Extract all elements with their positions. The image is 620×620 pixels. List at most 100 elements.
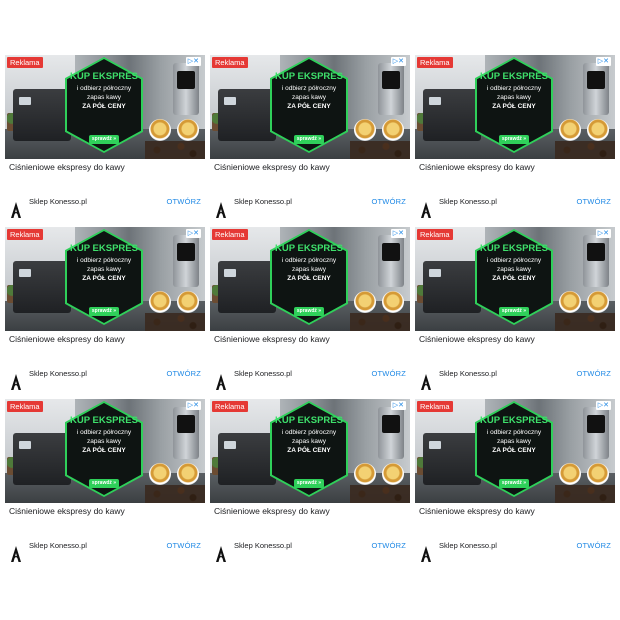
ad-subtext-line: i odbierz półroczny xyxy=(281,85,337,92)
coffee-cup-image xyxy=(149,119,171,141)
advertiser-name[interactable]: Sklep Konesso.pl xyxy=(439,369,497,378)
ad-subtext-strong: ZA PÓŁ CENY xyxy=(82,447,126,454)
coffee-cup-image xyxy=(354,291,376,313)
grinder-image xyxy=(378,235,404,287)
adchoices-icon[interactable]: ▷✕ xyxy=(390,229,406,238)
ad-card[interactable]: KUP EKSPRES i odbierz półroczny zapas ka… xyxy=(5,227,205,399)
ad-subtext-line: zapas kawy xyxy=(87,438,121,445)
ad-banner-image[interactable]: KUP EKSPRES i odbierz półroczny zapas ka… xyxy=(5,399,205,503)
ad-card[interactable]: KUP EKSPRES i odbierz półroczny zapas ka… xyxy=(415,55,615,227)
check-button[interactable]: sprawdź » xyxy=(499,479,529,488)
ad-subtext-line: i odbierz półroczny xyxy=(76,429,132,436)
ad-subtext: i odbierz półroczny zapas kawy ZA PÓŁ CE… xyxy=(274,256,344,283)
adchoices-icon[interactable]: ▷✕ xyxy=(185,401,201,410)
open-button[interactable]: OTWÓRZ xyxy=(371,369,406,378)
check-button[interactable]: sprawdź » xyxy=(294,307,324,316)
ad-headline: KUP EKSPRES xyxy=(275,71,343,82)
ad-label-badge: Reklama xyxy=(212,229,248,240)
advertiser-name[interactable]: Sklep Konesso.pl xyxy=(29,541,87,550)
adchoices-icon[interactable]: ▷✕ xyxy=(595,57,611,66)
ad-title[interactable]: Ciśnieniowe ekspresy do kawy xyxy=(9,506,205,516)
ad-card[interactable]: KUP EKSPRES i odbierz półroczny zapas ka… xyxy=(415,227,615,399)
coffee-beans xyxy=(145,313,205,331)
open-button[interactable]: OTWÓRZ xyxy=(576,197,611,206)
advertiser-name[interactable]: Sklep Konesso.pl xyxy=(234,197,292,206)
konesso-logo-icon xyxy=(421,202,431,218)
ad-banner-image[interactable]: KUP EKSPRES i odbierz półroczny zapas ka… xyxy=(415,227,615,331)
check-button[interactable]: sprawdź » xyxy=(89,479,119,488)
konesso-logo-icon xyxy=(216,202,226,218)
ad-banner-image[interactable]: KUP EKSPRES i odbierz półroczny zapas ka… xyxy=(210,55,410,159)
ad-label-badge: Reklama xyxy=(417,57,453,68)
ad-card[interactable]: KUP EKSPRES i odbierz półroczny zapas ka… xyxy=(5,399,205,571)
ad-headline: KUP EKSPRES xyxy=(275,243,343,254)
advertiser-name[interactable]: Sklep Konesso.pl xyxy=(29,197,87,206)
check-button[interactable]: sprawdź » xyxy=(89,307,119,316)
ad-banner-image[interactable]: KUP EKSPRES i odbierz półroczny zapas ka… xyxy=(5,227,205,331)
ad-title[interactable]: Ciśnieniowe ekspresy do kawy xyxy=(419,506,615,516)
adchoices-icon[interactable]: ▷✕ xyxy=(390,401,406,410)
konesso-logo-icon xyxy=(216,374,226,390)
adchoices-icon[interactable]: ▷✕ xyxy=(595,401,611,410)
grinder-image xyxy=(583,407,609,459)
ad-subtext-line: zapas kawy xyxy=(292,438,326,445)
open-button[interactable]: OTWÓRZ xyxy=(576,541,611,550)
coffee-cup-image xyxy=(559,463,581,485)
open-button[interactable]: OTWÓRZ xyxy=(371,541,406,550)
open-button[interactable]: OTWÓRZ xyxy=(371,197,406,206)
ad-subtext-line: i odbierz półroczny xyxy=(76,257,132,264)
ad-subtext-line: i odbierz półroczny xyxy=(486,85,542,92)
ad-title[interactable]: Ciśnieniowe ekspresy do kawy xyxy=(214,334,410,344)
advertiser-name[interactable]: Sklep Konesso.pl xyxy=(439,197,497,206)
ad-card[interactable]: KUP EKSPRES i odbierz półroczny zapas ka… xyxy=(210,227,410,399)
konesso-logo-icon xyxy=(216,546,226,562)
adchoices-icon[interactable]: ▷✕ xyxy=(595,229,611,238)
espresso-machine-image xyxy=(423,89,481,141)
advertiser-name[interactable]: Sklep Konesso.pl xyxy=(234,369,292,378)
konesso-logo-icon xyxy=(11,202,21,218)
adchoices-icon[interactable]: ▷✕ xyxy=(185,57,201,66)
adchoices-icon[interactable]: ▷✕ xyxy=(390,57,406,66)
ad-subtext-line: i odbierz półroczny xyxy=(486,257,542,264)
check-button[interactable]: sprawdź » xyxy=(499,307,529,316)
check-button[interactable]: sprawdź » xyxy=(294,479,324,488)
ad-subtext-strong: ZA PÓŁ CENY xyxy=(82,103,126,110)
ad-banner-image[interactable]: KUP EKSPRES i odbierz półroczny zapas ka… xyxy=(5,55,205,159)
ad-title[interactable]: Ciśnieniowe ekspresy do kawy xyxy=(9,334,205,344)
ad-banner-image[interactable]: KUP EKSPRES i odbierz półroczny zapas ka… xyxy=(415,399,615,503)
open-button[interactable]: OTWÓRZ xyxy=(576,369,611,378)
ad-title[interactable]: Ciśnieniowe ekspresy do kawy xyxy=(214,506,410,516)
espresso-machine-image xyxy=(13,433,71,485)
ad-subtext-strong: ZA PÓŁ CENY xyxy=(492,275,536,282)
ad-card[interactable]: KUP EKSPRES i odbierz półroczny zapas ka… xyxy=(415,399,615,571)
coffee-cup-image xyxy=(354,463,376,485)
ad-title[interactable]: Ciśnieniowe ekspresy do kawy xyxy=(419,162,615,172)
ad-card[interactable]: KUP EKSPRES i odbierz półroczny zapas ka… xyxy=(210,399,410,571)
ad-subtext: i odbierz półroczny zapas kawy ZA PÓŁ CE… xyxy=(69,428,139,455)
ad-title[interactable]: Ciśnieniowe ekspresy do kawy xyxy=(214,162,410,172)
ad-label-badge: Reklama xyxy=(212,401,248,412)
check-button[interactable]: sprawdź » xyxy=(499,135,529,144)
ad-title[interactable]: Ciśnieniowe ekspresy do kawy xyxy=(9,162,205,172)
coffee-beans xyxy=(145,141,205,159)
ad-label-badge: Reklama xyxy=(7,57,43,68)
adchoices-icon[interactable]: ▷✕ xyxy=(185,229,201,238)
ad-title[interactable]: Ciśnieniowe ekspresy do kawy xyxy=(419,334,615,344)
check-button[interactable]: sprawdź » xyxy=(294,135,324,144)
ad-subtext: i odbierz półroczny zapas kawy ZA PÓŁ CE… xyxy=(479,428,549,455)
advertiser-name[interactable]: Sklep Konesso.pl xyxy=(234,541,292,550)
open-button[interactable]: OTWÓRZ xyxy=(166,369,201,378)
ad-banner-image[interactable]: KUP EKSPRES i odbierz półroczny zapas ka… xyxy=(210,227,410,331)
open-button[interactable]: OTWÓRZ xyxy=(166,197,201,206)
advertiser-name[interactable]: Sklep Konesso.pl xyxy=(29,369,87,378)
ad-card[interactable]: KUP EKSPRES i odbierz półroczny zapas ka… xyxy=(5,55,205,227)
ad-headline: KUP EKSPRES xyxy=(70,71,138,82)
check-button[interactable]: sprawdź » xyxy=(89,135,119,144)
ad-subtext-line: zapas kawy xyxy=(87,266,121,273)
ad-banner-image[interactable]: KUP EKSPRES i odbierz półroczny zapas ka… xyxy=(415,55,615,159)
ad-banner-image[interactable]: KUP EKSPRES i odbierz półroczny zapas ka… xyxy=(210,399,410,503)
ad-subtext-line: zapas kawy xyxy=(497,94,531,101)
open-button[interactable]: OTWÓRZ xyxy=(166,541,201,550)
advertiser-name[interactable]: Sklep Konesso.pl xyxy=(439,541,497,550)
ad-card[interactable]: KUP EKSPRES i odbierz półroczny zapas ka… xyxy=(210,55,410,227)
